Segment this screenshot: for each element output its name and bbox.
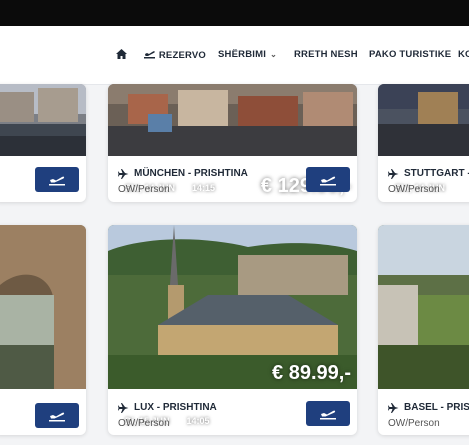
fare-type: OW/Person bbox=[388, 418, 440, 429]
book-button[interactable] bbox=[35, 403, 79, 428]
book-button[interactable] bbox=[35, 167, 79, 192]
route-label: LUX - PRISHTINA bbox=[134, 402, 217, 413]
nav-rezervo[interactable]: REZERVO bbox=[143, 49, 206, 61]
nav-rreth-nesh[interactable]: RRETH NESH bbox=[294, 49, 358, 60]
city-photo bbox=[0, 84, 86, 156]
nav-rezervo-label: REZERVO bbox=[158, 50, 206, 61]
plane-icon bbox=[388, 402, 399, 413]
plane-icon bbox=[144, 51, 155, 59]
clock-icon bbox=[449, 183, 459, 193]
flight-card-partial-left-2[interactable] bbox=[0, 225, 86, 435]
city-photo-stuttgart bbox=[378, 84, 469, 156]
clock-icon bbox=[179, 183, 189, 193]
departure-time: 14:05 bbox=[186, 416, 210, 426]
book-button[interactable] bbox=[306, 167, 350, 192]
nav-pako-turistike[interactable]: PAKO TURISTIKE bbox=[369, 49, 451, 60]
flight-card-stuttgart[interactable]: Sht, 14 JUN STUTTGART - OW/Person bbox=[378, 84, 469, 202]
fare-type: OW/Person bbox=[388, 184, 440, 195]
route-label: MÜNCHEN - PRISHTINA bbox=[134, 168, 248, 179]
fare-type: OW/Person bbox=[118, 184, 170, 195]
route-label: STUTTGART - bbox=[404, 168, 469, 179]
city-photo-munich bbox=[108, 84, 357, 156]
plane-icon bbox=[118, 402, 129, 413]
nav-sherbimi[interactable]: SHËRBIMI ⌄ bbox=[218, 49, 277, 60]
plane-icon bbox=[320, 176, 336, 185]
price: € 89.99,- bbox=[272, 362, 351, 384]
book-button[interactable] bbox=[306, 401, 350, 426]
route: BASEL - PRIS bbox=[388, 402, 469, 413]
flight-card-munich[interactable]: Sht, 14 JUN 14:15 € 129.99,- MÜNCHEN - P… bbox=[108, 84, 357, 202]
route: MÜNCHEN - PRISHTINA bbox=[118, 168, 248, 179]
departure-time: 14:15 bbox=[192, 183, 216, 193]
nav-ko[interactable]: KO bbox=[458, 49, 469, 60]
fare-type: OW/Person bbox=[118, 418, 170, 429]
city-photo-basel bbox=[378, 225, 469, 389]
main-navigation: REZERVO SHËRBIMI ⌄ RRETH NESH PAKO TURIST… bbox=[0, 26, 469, 85]
plane-icon bbox=[118, 168, 129, 179]
flight-card-basel[interactable]: BASEL - PRIS OW/Person bbox=[378, 225, 469, 435]
clock-icon bbox=[173, 416, 183, 426]
route-label: BASEL - PRIS bbox=[404, 402, 469, 413]
chevron-down-icon: ⌄ bbox=[270, 50, 277, 59]
city-photo bbox=[0, 225, 86, 389]
plane-icon bbox=[49, 176, 65, 185]
flight-card-lux[interactable]: Di, 15 JUN 14:05 € 89.99,- LUX - PRISHTI… bbox=[108, 225, 357, 435]
plane-icon bbox=[49, 412, 65, 421]
plane-icon bbox=[388, 168, 399, 179]
home-icon[interactable] bbox=[116, 49, 127, 61]
route: LUX - PRISHTINA bbox=[118, 402, 217, 413]
route: STUTTGART - bbox=[388, 168, 469, 179]
nav-sherbimi-label: SHËRBIMI bbox=[218, 49, 267, 60]
top-black-bar bbox=[0, 0, 469, 26]
plane-icon bbox=[320, 410, 336, 419]
flight-card-partial-left-1[interactable] bbox=[0, 84, 86, 202]
